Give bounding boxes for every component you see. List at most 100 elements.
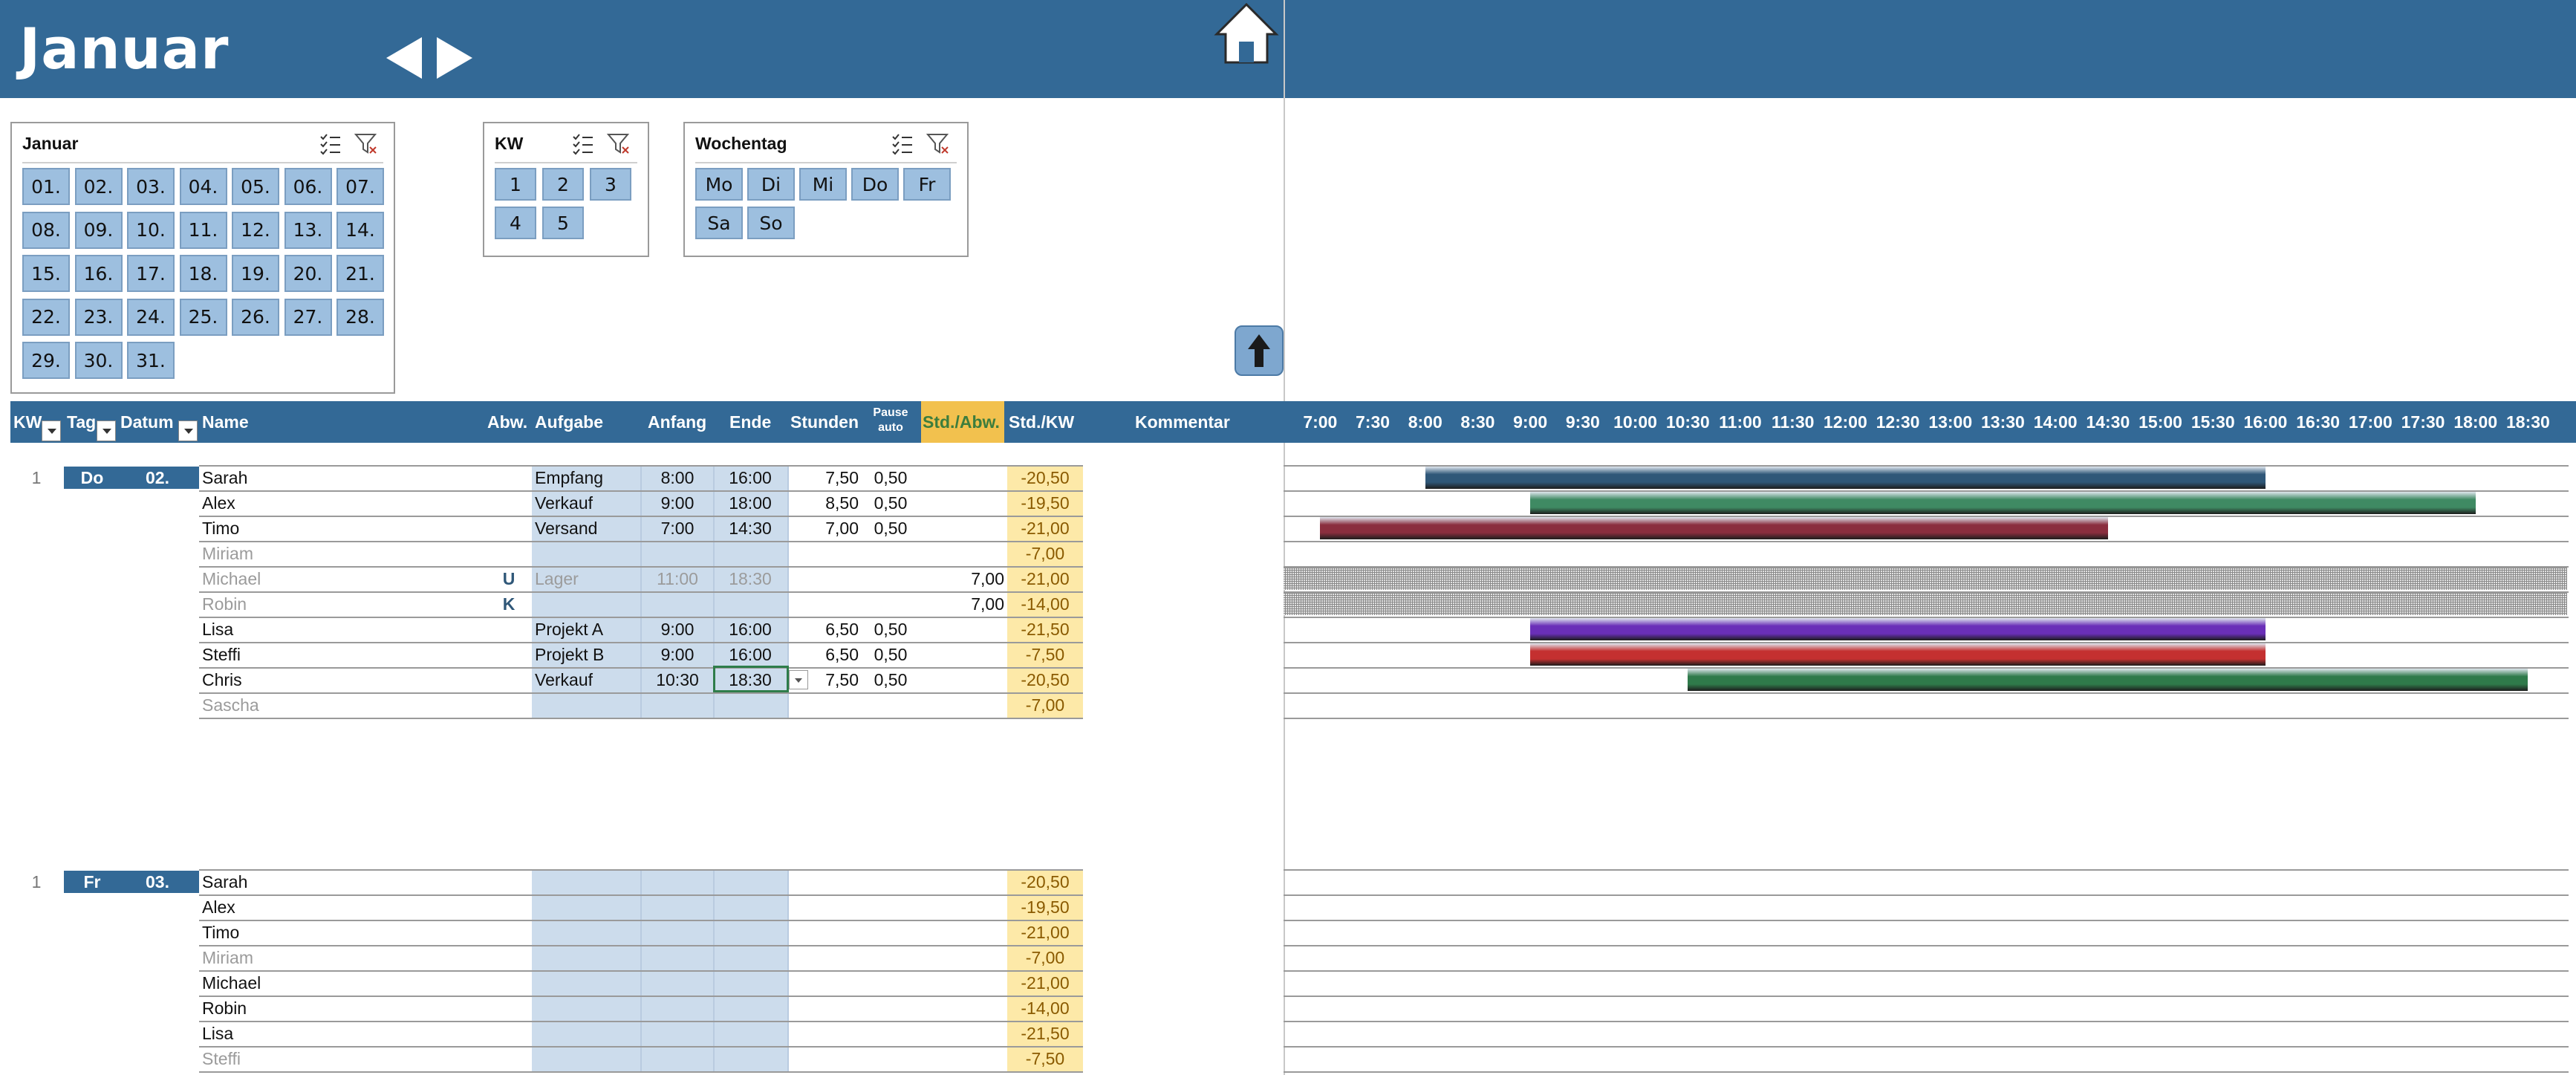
end-time-cell[interactable]: 16:00 [715, 642, 786, 667]
multi-select-icon[interactable] [318, 131, 343, 156]
start-time-cell[interactable]: 11:00 [642, 566, 713, 591]
day-tile[interactable]: 09. [74, 211, 123, 249]
end-time-cell[interactable]: 14:30 [715, 516, 786, 541]
kw-filter-dropdown[interactable] [42, 420, 61, 441]
clear-filter-icon[interactable] [606, 131, 631, 156]
weekday-tile[interactable]: Mi [799, 168, 847, 201]
employee-name[interactable]: Sarah [202, 465, 469, 490]
employee-name[interactable]: Michael [202, 566, 469, 591]
multi-select-icon[interactable] [890, 131, 915, 156]
employee-name[interactable]: Lisa [202, 1021, 469, 1046]
day-tile[interactable]: 10. [127, 211, 175, 249]
task-cell[interactable]: Empfang [535, 465, 639, 490]
clear-filter-icon[interactable] [926, 131, 951, 156]
employee-name[interactable]: Lisa [202, 617, 469, 642]
absence-code[interactable]: U [490, 566, 527, 591]
day-tile[interactable]: 13. [284, 211, 332, 249]
employee-name[interactable]: Miriam [202, 945, 469, 970]
home-icon[interactable] [1211, 0, 1282, 65]
day-tile[interactable]: 12. [232, 211, 279, 249]
previous-month-button[interactable] [385, 36, 423, 80]
kw-tile[interactable]: 2 [542, 168, 584, 201]
day-tile[interactable]: 19. [232, 255, 279, 292]
employee-name[interactable]: Michael [202, 970, 469, 996]
clear-filter-icon[interactable] [354, 131, 379, 156]
tag-filter-dropdown[interactable] [97, 420, 116, 441]
employee-name[interactable]: Timo [202, 516, 469, 541]
next-month-button[interactable] [435, 36, 474, 80]
start-time-cell[interactable]: 9:00 [642, 642, 713, 667]
multi-select-icon[interactable] [570, 131, 596, 156]
day-tile[interactable]: 21. [336, 255, 384, 292]
day-tile[interactable]: 14. [336, 211, 384, 249]
shift-bar[interactable] [1320, 517, 2108, 539]
shift-bar[interactable] [1530, 618, 2266, 640]
employee-name[interactable]: Sarah [202, 869, 469, 894]
employee-name[interactable]: Robin [202, 996, 469, 1021]
employee-name[interactable]: Alex [202, 894, 469, 920]
day-tile[interactable]: 28. [336, 298, 384, 336]
day-tile[interactable]: 06. [284, 168, 332, 205]
employee-name[interactable]: Miriam [202, 541, 469, 566]
employee-name[interactable]: Steffi [202, 642, 469, 667]
scroll-to-top-button[interactable] [1235, 325, 1284, 376]
weekday-tile[interactable]: Do [851, 168, 899, 201]
day-tile[interactable]: 04. [179, 168, 227, 205]
day-tile[interactable]: 11. [179, 211, 227, 249]
shift-bar[interactable] [1425, 467, 2266, 489]
day-tile[interactable]: 16. [74, 255, 123, 292]
end-time-cell[interactable]: 16:00 [715, 465, 786, 490]
start-time-cell[interactable]: 9:00 [642, 490, 713, 516]
absence-code[interactable]: K [490, 591, 527, 617]
selected-cell[interactable] [713, 666, 789, 692]
weekday-tile[interactable]: Sa [695, 207, 743, 239]
kw-tile[interactable]: 1 [495, 168, 536, 201]
day-tile[interactable]: 27. [284, 298, 332, 336]
employee-name[interactable]: Steffi [202, 1046, 469, 1071]
day-tile[interactable]: 24. [127, 298, 175, 336]
cell-dropdown-button[interactable] [789, 670, 808, 689]
shift-bar[interactable] [1688, 669, 2528, 691]
weekday-tile[interactable]: So [747, 207, 795, 239]
employee-name[interactable]: Chris [202, 667, 469, 692]
day-tile[interactable]: 01. [22, 168, 70, 205]
day-tile[interactable]: 31. [127, 342, 175, 379]
end-time-cell[interactable]: 18:30 [715, 566, 786, 591]
day-tile[interactable]: 03. [127, 168, 175, 205]
task-cell[interactable]: Lager [535, 566, 639, 591]
end-time-cell[interactable]: 16:00 [715, 617, 786, 642]
kw-tile[interactable]: 5 [542, 207, 584, 239]
start-time-cell[interactable]: 7:00 [642, 516, 713, 541]
day-tile[interactable]: 08. [22, 211, 70, 249]
day-tile[interactable]: 15. [22, 255, 70, 292]
employee-name[interactable]: Timo [202, 920, 469, 945]
day-tile[interactable]: 02. [74, 168, 123, 205]
employee-name[interactable]: Sascha [202, 692, 469, 718]
day-tile[interactable]: 26. [232, 298, 279, 336]
day-tile[interactable]: 30. [74, 342, 123, 379]
employee-name[interactable]: Robin [202, 591, 469, 617]
day-tile[interactable]: 29. [22, 342, 70, 379]
datum-filter-dropdown[interactable] [178, 420, 198, 441]
day-tile[interactable]: 05. [232, 168, 279, 205]
shift-bar[interactable] [1530, 492, 2476, 514]
end-time-cell[interactable]: 18:00 [715, 490, 786, 516]
start-time-cell[interactable]: 9:00 [642, 617, 713, 642]
day-tile[interactable]: 07. [336, 168, 384, 205]
day-tile[interactable]: 22. [22, 298, 70, 336]
day-tile[interactable]: 25. [179, 298, 227, 336]
shift-bar[interactable] [1530, 643, 2266, 666]
task-cell[interactable]: Verkauf [535, 490, 639, 516]
employee-name[interactable]: Alex [202, 490, 469, 516]
kw-tile[interactable]: 3 [590, 168, 631, 201]
weekday-tile[interactable]: Di [747, 168, 795, 201]
task-cell[interactable]: Projekt B [535, 642, 639, 667]
task-cell[interactable]: Verkauf [535, 667, 639, 692]
day-tile[interactable]: 20. [284, 255, 332, 292]
day-tile[interactable]: 18. [179, 255, 227, 292]
day-tile[interactable]: 17. [127, 255, 175, 292]
task-cell[interactable]: Versand [535, 516, 639, 541]
kw-tile[interactable]: 4 [495, 207, 536, 239]
start-time-cell[interactable]: 8:00 [642, 465, 713, 490]
task-cell[interactable]: Projekt A [535, 617, 639, 642]
